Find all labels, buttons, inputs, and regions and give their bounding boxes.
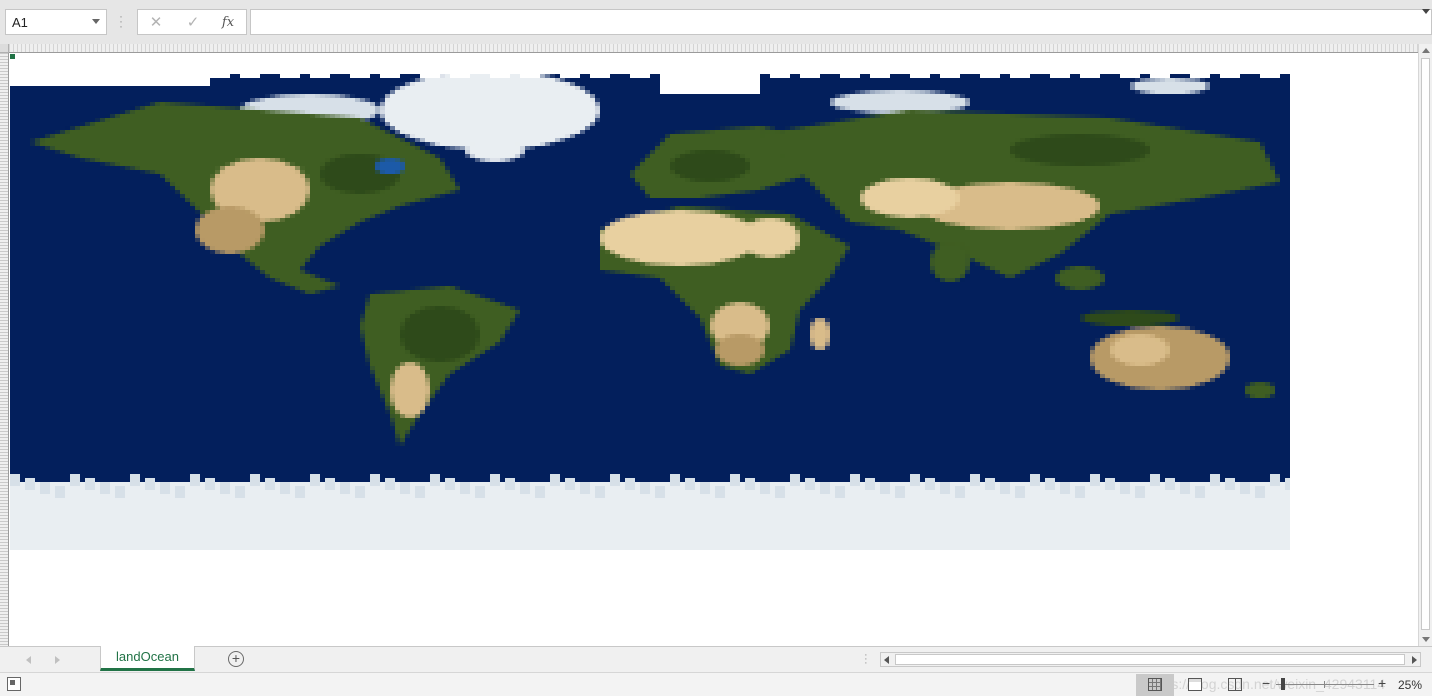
horizontal-scrollbar[interactable] [880,652,1421,667]
next-sheet-icon[interactable] [55,656,60,664]
dropdown-caret-icon[interactable] [92,19,100,24]
scroll-down-icon[interactable] [1422,637,1430,642]
cancel-icon[interactable]: ✕ [145,13,167,33]
row-headers[interactable] [0,53,9,646]
name-box[interactable]: A1 [5,9,107,35]
horizontal-scroll-thumb[interactable] [895,654,1405,665]
formula-buttons: ✕ ✓ fx [137,9,247,35]
chevron-down-icon[interactable] [1422,9,1430,14]
excel-window: A1 · · · ✕ ✓ fx landOcean + · · · https:… [0,0,1432,696]
page-layout-view-button[interactable] [1176,674,1214,696]
scroll-left-icon[interactable] [884,656,889,664]
select-all-corner[interactable] [0,44,9,53]
scroll-up-icon[interactable] [1422,48,1430,53]
formula-bar: A1 · · · ✕ ✓ fx [0,0,1432,44]
column-headers[interactable] [9,44,1418,53]
formula-input[interactable] [250,9,1432,35]
vertical-scrollbar[interactable] [1418,44,1432,646]
grip-icon[interactable]: · · · [119,10,123,32]
page-break-view-button[interactable] [1216,674,1254,696]
macro-record-icon[interactable] [7,677,21,691]
zoom-slider[interactable] [1276,684,1374,685]
normal-view-icon [1148,678,1162,691]
worksheet-grid[interactable] [0,44,1432,646]
world-map-pixel-cells [10,54,1290,566]
add-sheet-icon[interactable]: + [228,651,244,667]
vertical-scroll-thumb[interactable] [1421,58,1430,630]
active-cell-indicator [10,54,15,59]
zoom-out-button[interactable]: − [1262,675,1270,691]
page-break-view-icon [1228,678,1242,691]
name-box-value: A1 [12,15,28,30]
status-bar: https://blog.csdn.net/weixin_42943114 − … [0,672,1432,696]
prev-sheet-icon[interactable] [26,656,31,664]
sheet-tab-landocean[interactable]: landOcean [100,646,195,671]
zoom-level[interactable]: 25% [1398,678,1422,692]
enter-icon[interactable]: ✓ [182,13,204,33]
zoom-in-button[interactable]: + [1378,675,1386,691]
page-layout-view-icon [1188,678,1202,691]
sheet-tab-bar: landOcean + · · · [0,646,1432,672]
zoom-slider-midmark [1324,681,1325,688]
tab-splitter-grip[interactable]: · · · [864,650,868,669]
insert-function-icon[interactable]: fx [217,13,239,33]
cell-area[interactable] [10,54,1418,646]
scroll-right-icon[interactable] [1412,656,1417,664]
normal-view-button[interactable] [1136,674,1174,696]
zoom-slider-thumb[interactable] [1281,678,1285,690]
